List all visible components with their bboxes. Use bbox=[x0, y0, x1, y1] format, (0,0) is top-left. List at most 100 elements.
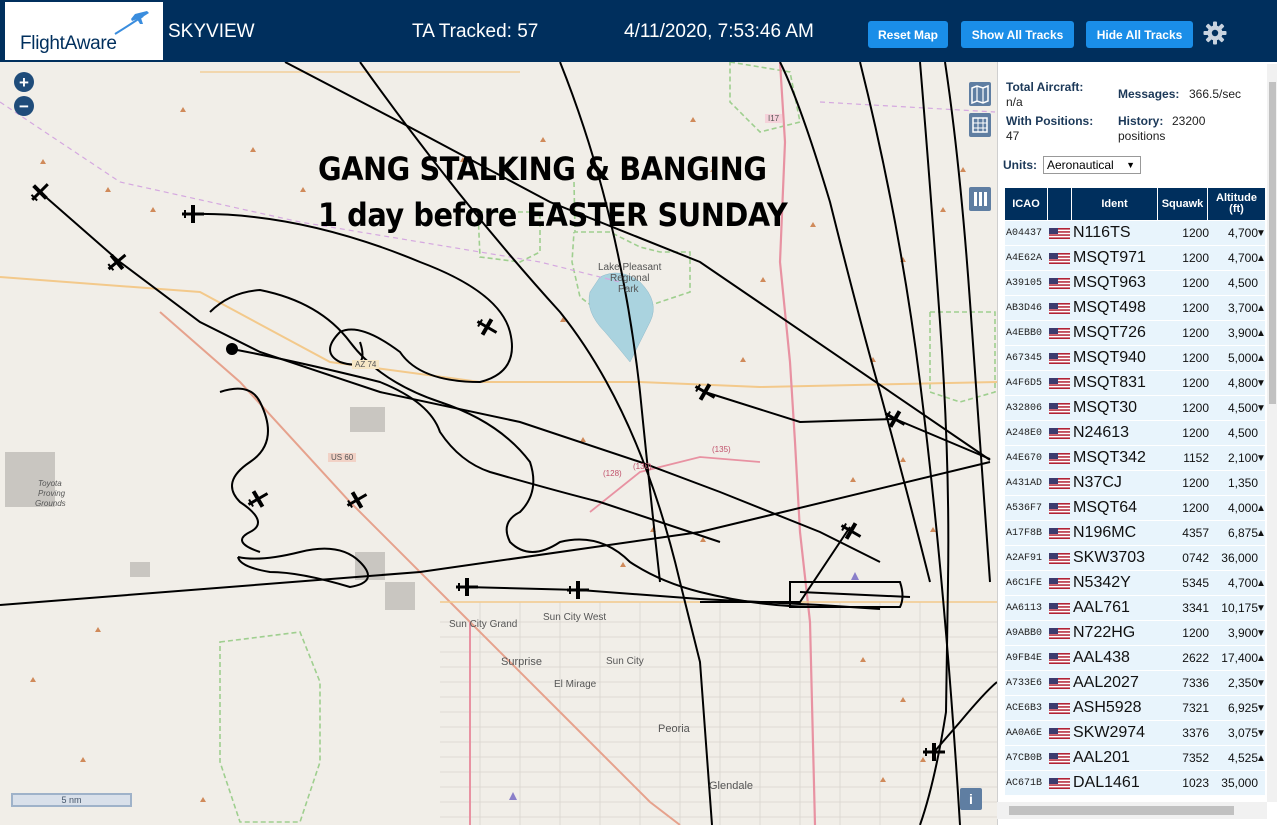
column-squawk[interactable]: Squawk bbox=[1158, 188, 1208, 220]
table-row[interactable]: AA6113 AAL761 3341 10,175 ▼ bbox=[1005, 596, 1266, 620]
squawk-cell: 1200 bbox=[1182, 301, 1209, 315]
map-label-el-mirage: El Mirage bbox=[554, 679, 597, 690]
total-aircraft-label: Total Aircraft: bbox=[1006, 80, 1084, 94]
altitude-cell: 6,925 bbox=[1227, 701, 1258, 715]
horizontal-scrollbar[interactable] bbox=[997, 802, 1267, 819]
table-row[interactable]: A17F8B N196MC 4357 6,875 ▲ bbox=[1005, 521, 1266, 545]
table-row[interactable]: AC671B DAL1461 1023 35,000 bbox=[1005, 771, 1265, 795]
altitude-trend-icon: ▼ bbox=[1256, 727, 1266, 739]
table-row[interactable]: A4E670 MSQT342 1152 2,100 ▼ bbox=[1005, 446, 1266, 470]
squawk-cell: 0742 bbox=[1182, 551, 1209, 565]
table-row[interactable]: ACE6B3 ASH5928 7321 6,925 ▼ bbox=[1005, 696, 1266, 720]
squawk-cell: 1200 bbox=[1182, 226, 1209, 240]
table-row[interactable]: AB3D46 MSQT498 1200 3,700 ▲ bbox=[1005, 296, 1266, 320]
map-label-lake: Lake Pleasant bbox=[598, 262, 662, 273]
altitude-trend-icon: ▲ bbox=[1256, 527, 1266, 539]
table-row[interactable]: A32806 MSQT30 1200 4,500 ▼ bbox=[1005, 396, 1266, 420]
caption-line-1: GANG STALKING & BANGING bbox=[318, 150, 767, 188]
table-row[interactable]: A9FB4E AAL438 2622 17,400 ▲ bbox=[1005, 646, 1266, 670]
scale-bar: 5 nm bbox=[11, 793, 132, 807]
us-flag-icon bbox=[1049, 353, 1070, 364]
units-value: Aeronautical bbox=[1047, 158, 1114, 172]
ident-cell: SKW2974 bbox=[1073, 724, 1146, 741]
us-flag-icon bbox=[1049, 278, 1070, 289]
map-label-r135: (135) bbox=[712, 445, 731, 454]
table-row[interactable]: AA0A6E SKW2974 3376 3,075 ▼ bbox=[1005, 721, 1266, 745]
panel-toggle-button[interactable] bbox=[969, 187, 991, 211]
column-icao[interactable]: ICAO bbox=[1005, 188, 1048, 220]
table-row[interactable]: A733E6 AAL2027 7336 2,350 ▼ bbox=[1005, 671, 1266, 695]
altitude-trend-icon: ▲ bbox=[1256, 327, 1266, 339]
flightaware-logo[interactable]: FlightAware bbox=[5, 2, 163, 60]
show-all-tracks-button[interactable]: Show All Tracks bbox=[961, 21, 1074, 48]
icao-cell: A6C1FE bbox=[1006, 577, 1043, 589]
icao-cell: A4F6D5 bbox=[1006, 377, 1043, 389]
map-label-sun-city: Sun City bbox=[606, 656, 644, 667]
icao-cell: A536F7 bbox=[1006, 502, 1043, 514]
squawk-cell: 2622 bbox=[1182, 651, 1209, 665]
table-row[interactable]: A536F7 MSQT64 1200 4,000 ▲ bbox=[1005, 496, 1266, 520]
squawk-cell: 1200 bbox=[1182, 426, 1209, 440]
map-view[interactable]: Lake Pleasant Regional Park Sun City Gra… bbox=[0, 62, 997, 825]
horizontal-scroll-thumb[interactable] bbox=[1009, 806, 1234, 815]
hide-all-tracks-button[interactable]: Hide All Tracks bbox=[1086, 21, 1193, 48]
column-ident[interactable]: Ident bbox=[1072, 188, 1158, 220]
table-row[interactable]: A431AD N37CJ 1200 1,350 bbox=[1005, 471, 1265, 495]
table-row[interactable]: A6C1FE N5342Y 5345 4,700 ▲ bbox=[1005, 571, 1266, 595]
us-flag-icon bbox=[1049, 678, 1070, 689]
column-altitude[interactable]: Altitude (ft) bbox=[1208, 188, 1266, 220]
icao-cell: AB3D46 bbox=[1006, 302, 1043, 314]
ident-cell: N5342Y bbox=[1073, 574, 1131, 591]
altitude-cell: 4,525 bbox=[1227, 751, 1258, 765]
us-flag-icon bbox=[1049, 653, 1070, 664]
vertical-scrollbar[interactable] bbox=[1267, 64, 1277, 802]
table-row[interactable]: A7CB0B AAL201 7352 4,525 ▲ bbox=[1005, 746, 1266, 770]
grid-toggle-button[interactable] bbox=[969, 113, 991, 137]
info-button[interactable]: i bbox=[960, 788, 982, 810]
table-row[interactable]: A2AF91 SKW3703 0742 36,000 bbox=[1005, 546, 1265, 570]
map-layer-button[interactable] bbox=[969, 82, 991, 106]
plane-logo-icon bbox=[114, 11, 149, 35]
map-label-grounds: Grounds bbox=[35, 499, 66, 508]
top-bar: FlightAware SKYVIEW TA Tracked: 57 4/11/… bbox=[0, 0, 1277, 62]
table-row[interactable]: A4E62A MSQT971 1200 4,700 ▲ bbox=[1005, 246, 1266, 270]
table-row[interactable]: A67345 MSQT940 1200 5,000 ▲ bbox=[1005, 346, 1266, 370]
squawk-cell: 1152 bbox=[1183, 451, 1209, 465]
zoom-out-button[interactable]: − bbox=[14, 96, 34, 116]
icao-cell: A248E0 bbox=[1006, 427, 1043, 439]
messages-label: Messages: bbox=[1118, 87, 1180, 101]
altitude-cell: 35,000 bbox=[1221, 776, 1258, 790]
grid-icon bbox=[972, 117, 988, 133]
altitude-cell: 5,000 bbox=[1227, 351, 1258, 365]
table-row[interactable]: A9ABB0 N722HG 1200 3,900 ▼ bbox=[1005, 621, 1266, 645]
altitude-trend-icon: ▲ bbox=[1256, 352, 1266, 364]
ident-cell: N116TS bbox=[1073, 224, 1131, 241]
gear-icon[interactable] bbox=[1202, 20, 1228, 46]
ident-cell: N24613 bbox=[1073, 424, 1130, 441]
column-flag[interactable] bbox=[1048, 188, 1072, 220]
icao-cell: A4E62A bbox=[1006, 252, 1043, 264]
us-flag-icon bbox=[1049, 453, 1070, 464]
table-row[interactable]: A248E0 N24613 1200 4,500 bbox=[1005, 421, 1265, 445]
icao-cell: AC671B bbox=[1006, 777, 1043, 789]
vertical-scroll-thumb[interactable] bbox=[1269, 82, 1276, 404]
history-value: 23200 bbox=[1172, 114, 1206, 128]
table-row[interactable]: A4EBB0 MSQT726 1200 3,900 ▲ bbox=[1005, 321, 1266, 345]
us-flag-icon bbox=[1049, 728, 1070, 739]
squawk-cell: 1200 bbox=[1182, 626, 1209, 640]
icao-cell: A7CB0B bbox=[1006, 752, 1043, 764]
zoom-in-button[interactable]: + bbox=[14, 72, 34, 92]
icao-cell: A39105 bbox=[1006, 277, 1043, 289]
altitude-cell: 3,900 bbox=[1227, 626, 1258, 640]
us-flag-icon bbox=[1049, 328, 1070, 339]
table-row[interactable]: A39105 MSQT963 1200 4,500 bbox=[1005, 271, 1265, 295]
units-select[interactable]: Aeronautical ▼ bbox=[1043, 156, 1141, 174]
history-unit: positions bbox=[1118, 129, 1166, 143]
reset-map-button[interactable]: Reset Map bbox=[868, 21, 948, 48]
map-label-peoria: Peoria bbox=[658, 723, 690, 735]
table-row[interactable]: A4F6D5 MSQT831 1200 4,800 ▼ bbox=[1005, 371, 1266, 395]
squawk-cell: 1200 bbox=[1182, 276, 1209, 290]
table-row[interactable]: A04437 N116TS 1200 4,700 ▼ bbox=[1005, 221, 1266, 245]
us-flag-icon bbox=[1049, 403, 1070, 414]
altitude-cell: 4,500 bbox=[1227, 401, 1258, 415]
